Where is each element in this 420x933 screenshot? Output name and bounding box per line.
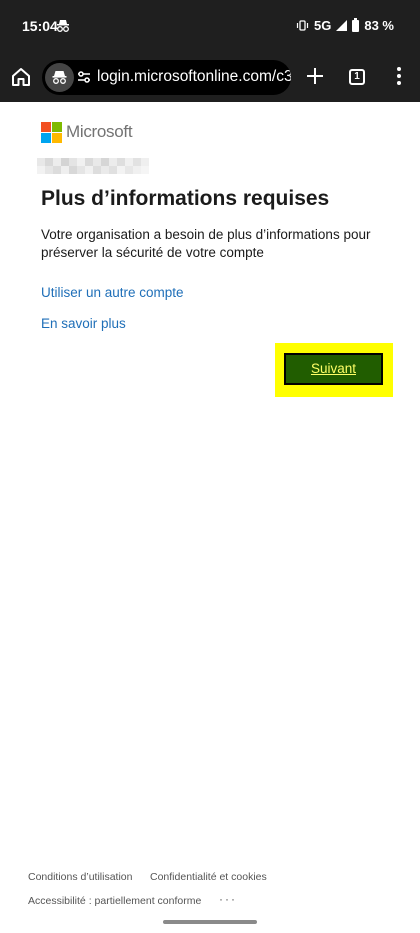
- use-another-account-link[interactable]: Utiliser un autre compte: [41, 285, 184, 300]
- redacted-account-identity: [37, 158, 155, 174]
- site-settings-icon[interactable]: [76, 69, 92, 85]
- signal-icon: [336, 20, 348, 31]
- tab-switcher-button[interactable]: 1: [349, 69, 365, 85]
- url-text[interactable]: login.microsoftonline.com/c34: [97, 68, 291, 86]
- privacy-cookies-link[interactable]: Confidentialité et cookies: [150, 871, 267, 883]
- address-bar[interactable]: login.microsoftonline.com/c34: [42, 60, 291, 95]
- incognito-icon: [45, 63, 74, 92]
- browser-toolbar: login.microsoftonline.com/c34 1: [0, 54, 420, 102]
- next-button[interactable]: Suivant: [284, 353, 383, 385]
- terms-of-use-link[interactable]: Conditions d’utilisation: [28, 871, 132, 883]
- incognito-status-icon: [57, 20, 69, 32]
- network-type: 5G: [314, 18, 332, 33]
- accessibility-link[interactable]: Accessibilité : partiellement conforme: [28, 895, 201, 907]
- learn-more-link[interactable]: En savoir plus: [41, 316, 126, 331]
- brand-name: Microsoft: [66, 122, 133, 141]
- page-description: Votre organisation a besoin de plus d’in…: [41, 227, 371, 260]
- more-options-icon[interactable]: ···: [219, 892, 237, 906]
- home-icon[interactable]: [8, 64, 34, 90]
- status-bar: 15:04 5G 83 %: [0, 0, 420, 54]
- new-tab-icon[interactable]: [304, 65, 326, 87]
- battery-level: 83 %: [364, 18, 394, 33]
- page-title: Plus d’informations requises: [41, 187, 330, 210]
- status-time: 15:04: [22, 18, 58, 34]
- vibrate-icon: [296, 20, 309, 31]
- status-indicators: 5G 83 %: [296, 17, 394, 33]
- battery-icon: [352, 17, 360, 32]
- microsoft-logo: [41, 122, 62, 143]
- gesture-home-indicator[interactable]: [163, 920, 257, 924]
- more-menu-icon[interactable]: [394, 67, 404, 89]
